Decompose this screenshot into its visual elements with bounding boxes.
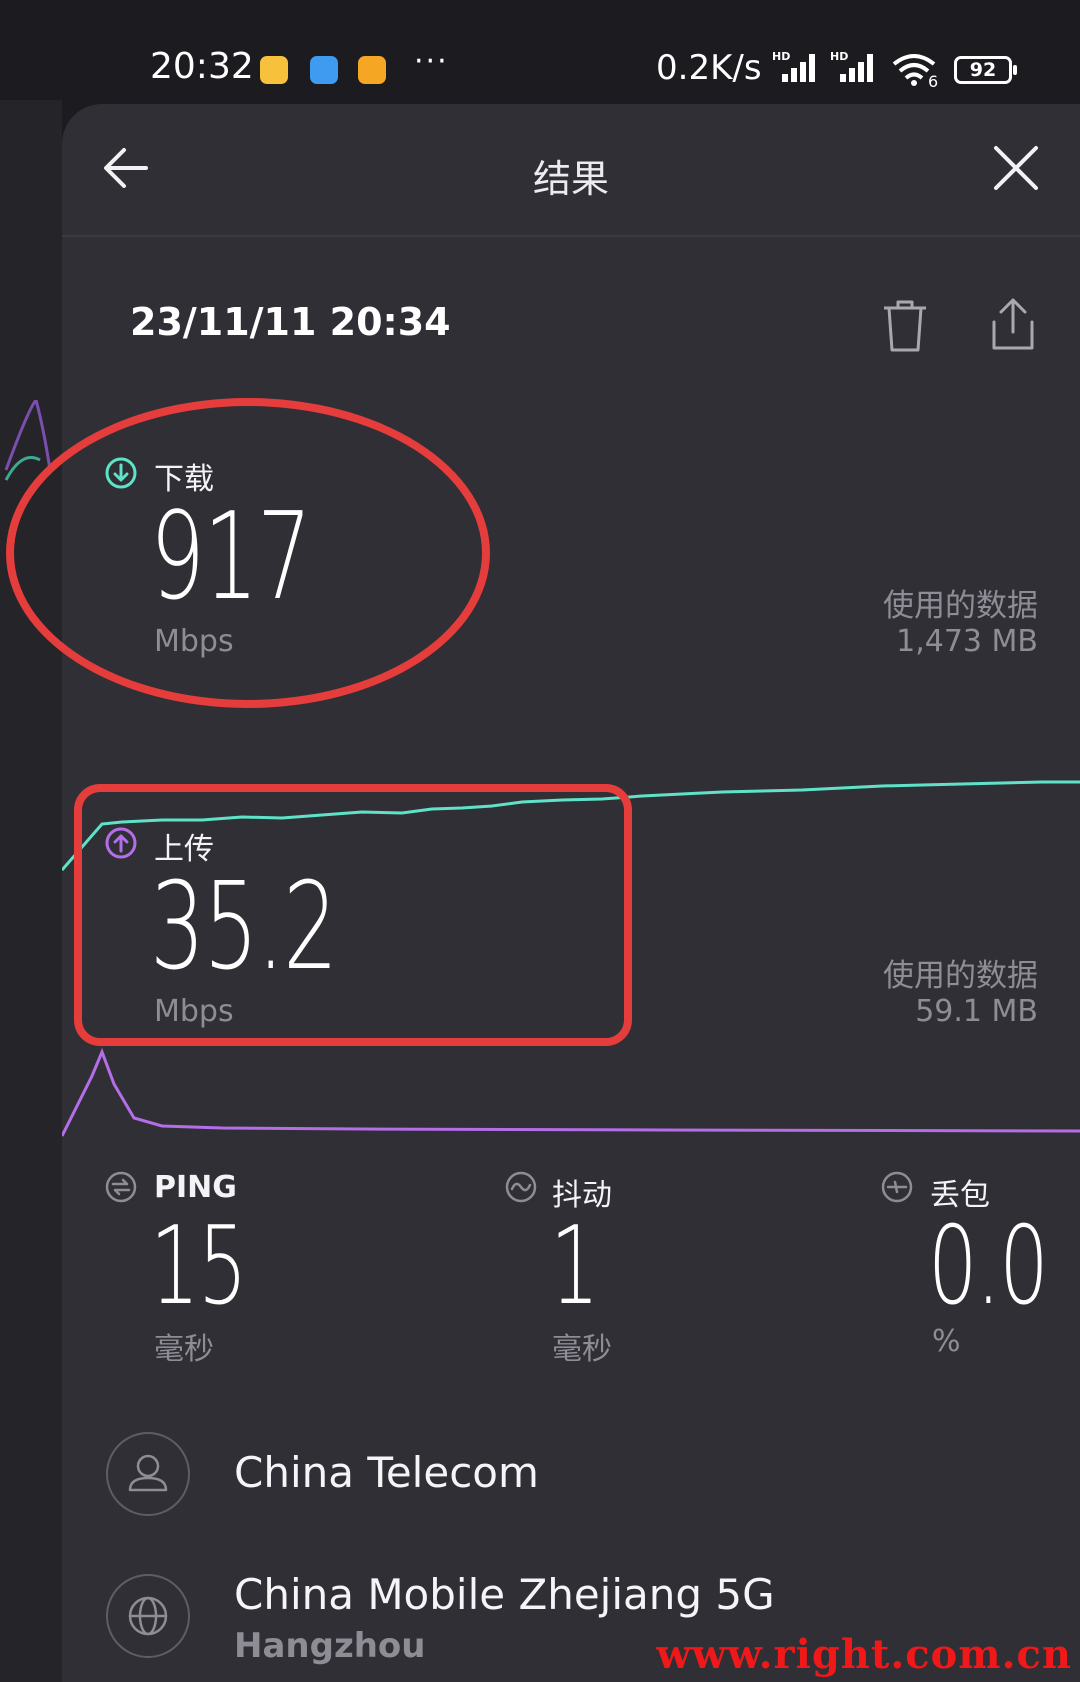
upload-data-used-label: 使用的数据: [883, 958, 1038, 994]
provider-name: China Telecom: [234, 1448, 539, 1497]
cloud-app-icon: [310, 56, 338, 84]
user-icon: [128, 1454, 168, 1492]
server-city: Hangzhou: [234, 1626, 426, 1666]
close-icon[interactable]: [986, 138, 1046, 198]
weather-app-icon: [358, 56, 386, 84]
more-notifications-icon: ···: [414, 44, 449, 79]
svg-text:HD: HD: [830, 50, 848, 63]
packet-loss-icon: [881, 1171, 913, 1203]
trash-icon[interactable]: [880, 298, 930, 354]
watermark: www.right.com.cn: [656, 1631, 1072, 1678]
status-time: 20:32: [150, 46, 254, 87]
notification-app-icon: [260, 56, 288, 84]
status-bar: 20:32 ··· 0.2K/s HD HD 6 92: [0, 0, 1080, 100]
jitter-icon: [505, 1171, 537, 1203]
cellular-signal-1-icon: HD: [772, 50, 815, 82]
cellular-signal-2-icon: HD: [830, 50, 873, 82]
battery-indicator: 92: [954, 56, 1017, 84]
wifi-6-badge: 6: [928, 72, 939, 91]
ping-label: PING: [154, 1170, 237, 1205]
network-speed: 0.2K/s: [656, 48, 762, 88]
page-title: 结果: [532, 157, 609, 201]
server-name[interactable]: China Mobile Zhejiang 5G: [234, 1570, 775, 1619]
header-bar: 结果: [62, 104, 1080, 237]
download-data-used-label: 使用的数据: [883, 588, 1038, 624]
packet-loss-value: 0.0: [928, 1204, 1049, 1329]
packet-loss-unit: %: [932, 1324, 961, 1359]
jitter-unit: 毫秒: [552, 1332, 612, 1367]
share-icon[interactable]: [988, 296, 1038, 352]
ping-icon: [105, 1171, 137, 1203]
svg-text:HD: HD: [772, 50, 790, 63]
ping-unit: 毫秒: [154, 1332, 214, 1367]
jitter-value: 1: [550, 1204, 599, 1329]
background-page-edge: [0, 100, 62, 1682]
provider-avatar: [106, 1432, 190, 1516]
ping-value: 15: [150, 1204, 248, 1329]
result-datetime: 23/11/11 20:34: [130, 300, 451, 344]
globe-icon: [128, 1596, 168, 1636]
upload-highlight-annotation: [74, 784, 632, 1046]
download-highlight-annotation: [6, 398, 490, 708]
server-avatar: [106, 1574, 190, 1658]
